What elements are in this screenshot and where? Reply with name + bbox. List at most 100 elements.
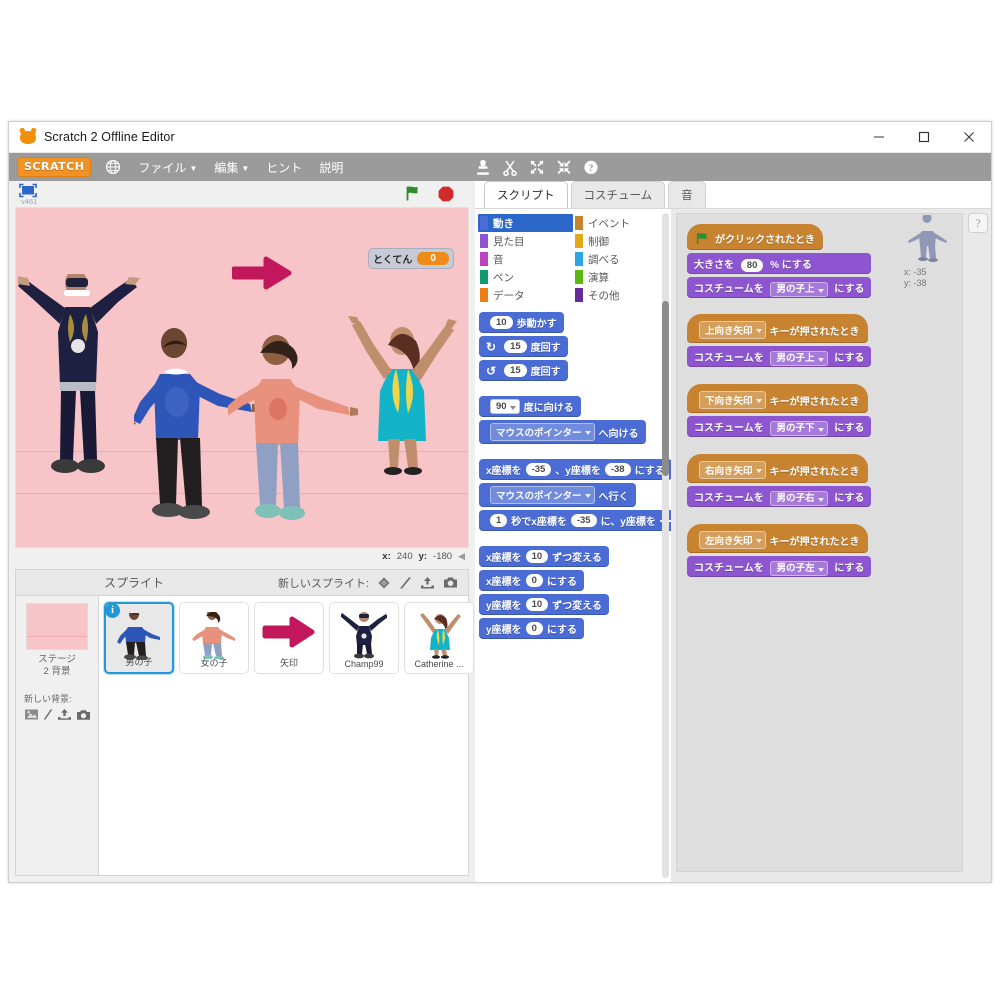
block-dropdown[interactable]: 右向き矢印 xyxy=(699,461,766,479)
palette-block-change-x[interactable]: x座標を 10 ずつ変える xyxy=(479,546,609,567)
stage-sprite-arrow[interactable] xyxy=(231,252,292,299)
collapse-arrow-icon[interactable]: ◀ xyxy=(458,551,465,562)
block-input[interactable]: 10 xyxy=(490,316,513,329)
block-dropdown[interactable]: 下向き矢印 xyxy=(699,391,766,409)
category-control[interactable]: 制御 xyxy=(573,232,668,250)
block-dropdown[interactable]: 男の子右 xyxy=(770,491,828,506)
block-input[interactable]: 10 xyxy=(525,598,549,611)
block-switch-costume[interactable]: コスチュームを 男の子上 にする xyxy=(687,346,872,367)
sprite-item-champ99[interactable]: Champ99 xyxy=(329,602,399,674)
tab-scripts[interactable]: スクリプト xyxy=(484,181,568,208)
block-input[interactable]: 80 xyxy=(740,259,764,272)
upload-icon[interactable] xyxy=(57,708,72,721)
block-when-key-pressed[interactable]: 右向き矢印 キーが押されたとき xyxy=(687,454,868,483)
sprite-item-catherine[interactable]: Catherine ... xyxy=(404,602,474,674)
palette-block-goto[interactable]: マウスのポインター へ行く xyxy=(479,483,636,507)
green-flag-button[interactable] xyxy=(404,185,424,204)
script-stack-green-flag[interactable]: がクリックされたとき 大きさを 80 % にする コスチュームを 男の子上 にす… xyxy=(687,224,872,301)
block-dropdown[interactable]: 男の子左 xyxy=(770,561,828,576)
block-dropdown[interactable]: マウスのポインター xyxy=(490,423,595,441)
block-dropdown[interactable]: 左向き矢印 xyxy=(699,531,766,549)
stage-sprite-girl[interactable] xyxy=(228,327,358,537)
category-data[interactable]: データ xyxy=(478,286,573,304)
sprite-item-girl[interactable]: 女の子 xyxy=(179,602,249,674)
block-switch-costume[interactable]: コスチュームを 男の子下 にする xyxy=(687,416,872,437)
block-input[interactable]: 0 xyxy=(525,622,543,635)
block-input[interactable]: 15 xyxy=(504,364,527,377)
menu-file[interactable]: ファイル ▼ xyxy=(138,159,197,176)
category-sensing[interactable]: 調べる xyxy=(573,250,668,268)
script-canvas[interactable]: がクリックされたとき 大きさを 80 % にする コスチュームを 男の子上 にす… xyxy=(676,213,963,872)
palette-block-set-x[interactable]: x座標を 0 にする xyxy=(479,570,584,591)
tab-sounds[interactable]: 音 xyxy=(668,181,706,208)
palette-block-change-y[interactable]: y座標を 10 ずつ変える xyxy=(479,594,609,615)
block-input[interactable]: -38 xyxy=(604,463,631,476)
minimize-button[interactable] xyxy=(856,122,901,152)
camera-icon[interactable] xyxy=(443,576,458,589)
grow-icon[interactable] xyxy=(529,159,545,176)
close-button[interactable] xyxy=(946,122,991,152)
block-input[interactable]: 15 xyxy=(504,340,527,353)
block-when-key-pressed[interactable]: 上向き矢印 キーが押されたとき xyxy=(687,314,868,343)
block-input[interactable]: 1 xyxy=(490,514,508,527)
palette-block-glide[interactable]: 1 秒でx座標を -35 に、y座標を xyxy=(479,510,683,531)
category-sound[interactable]: 音 xyxy=(478,250,573,268)
stage-sprite-champ[interactable] xyxy=(18,274,140,489)
menu-about[interactable]: 説明 xyxy=(319,159,343,176)
palette-block-turn-ccw[interactable]: ↺ 15 度回す xyxy=(479,360,568,381)
shrink-icon[interactable] xyxy=(556,159,572,176)
palette-block-set-y[interactable]: y座標を 0 にする xyxy=(479,618,584,639)
stop-button[interactable] xyxy=(437,185,455,203)
script-help-button[interactable]: ? xyxy=(968,213,988,233)
category-more[interactable]: その他 xyxy=(573,286,668,304)
block-dropdown[interactable]: 男の子下 xyxy=(770,421,828,436)
script-area[interactable]: がクリックされたとき 大きさを 80 % にする コスチュームを 男の子上 にす… xyxy=(671,209,991,882)
sprite-item-boy[interactable]: i 男の子 xyxy=(104,602,174,674)
block-dropdown[interactable]: 上向き矢印 xyxy=(699,321,766,339)
block-switch-costume[interactable]: コスチュームを 男の子右 にする xyxy=(687,486,872,507)
tab-costumes[interactable]: コスチューム xyxy=(570,181,666,208)
block-dropdown[interactable]: 男の子上 xyxy=(770,282,828,297)
category-motion[interactable]: 動き xyxy=(478,214,573,232)
block-when-key-pressed[interactable]: 下向き矢印 キーが押されたとき xyxy=(687,384,868,413)
globe-icon[interactable] xyxy=(105,159,121,175)
palette-block-goto-xy[interactable]: x座標を -35 、y座標を -38 にする xyxy=(479,459,672,480)
sprite-info-badge[interactable]: i xyxy=(105,603,120,618)
block-input[interactable]: 10 xyxy=(525,550,549,563)
palette-block-turn-cw[interactable]: ↻ 15 度回す xyxy=(479,336,568,357)
block-input[interactable]: -35 xyxy=(570,514,597,527)
paint-icon[interactable] xyxy=(43,708,53,721)
palette-block-move[interactable]: 10 歩動かす xyxy=(479,312,564,333)
upload-icon[interactable] xyxy=(420,576,435,590)
block-switch-costume[interactable]: コスチュームを 男の子上 にする xyxy=(687,277,872,298)
fullscreen-button[interactable]: v461 xyxy=(17,182,43,206)
block-when-flag-clicked[interactable]: がクリックされたとき xyxy=(687,224,823,250)
block-dropdown[interactable]: マウスのポインター xyxy=(490,486,595,504)
library-icon[interactable] xyxy=(377,576,391,590)
palette-block-point-direction[interactable]: 90 度に向ける xyxy=(479,396,581,417)
menu-edit[interactable]: 編集 ▼ xyxy=(214,159,249,176)
script-stack-up-arrow[interactable]: 上向き矢印 キーが押されたとき コスチュームを 男の子上 にする xyxy=(687,314,872,370)
block-when-key-pressed[interactable]: 左向き矢印 キーが押されたとき xyxy=(687,524,868,553)
paint-icon[interactable] xyxy=(399,576,412,590)
stage-thumbnail[interactable] xyxy=(26,603,88,650)
help-icon[interactable]: ? xyxy=(583,159,599,176)
script-stack-right-arrow[interactable]: 右向き矢印 キーが押されたとき コスチュームを 男の子右 にする xyxy=(687,454,872,510)
block-switch-costume[interactable]: コスチュームを 男の子左 にする xyxy=(687,556,872,577)
stage-sprite-catherine[interactable] xyxy=(346,315,458,495)
library-icon[interactable] xyxy=(24,708,39,721)
maximize-button[interactable] xyxy=(901,122,946,152)
camera-icon[interactable] xyxy=(76,709,91,721)
stamp-icon[interactable] xyxy=(475,159,491,176)
category-pen[interactable]: ペン xyxy=(478,268,573,286)
stage-selector-column[interactable]: ステージ 2 背景 新しい背景: xyxy=(16,596,99,875)
block-input[interactable]: 0 xyxy=(525,574,543,587)
script-stack-left-arrow[interactable]: 左向き矢印 キーが押されたとき コスチュームを 男の子左 にする xyxy=(687,524,872,580)
palette-scrollbar-thumb[interactable] xyxy=(662,301,669,476)
block-dropdown[interactable]: 90 xyxy=(490,399,520,414)
category-looks[interactable]: 見た目 xyxy=(478,232,573,250)
category-events[interactable]: イベント xyxy=(573,214,668,232)
script-stack-down-arrow[interactable]: 下向き矢印 キーが押されたとき コスチュームを 男の子下 にする xyxy=(687,384,872,440)
block-dropdown[interactable]: 男の子上 xyxy=(770,351,828,366)
category-operators[interactable]: 演算 xyxy=(573,268,668,286)
